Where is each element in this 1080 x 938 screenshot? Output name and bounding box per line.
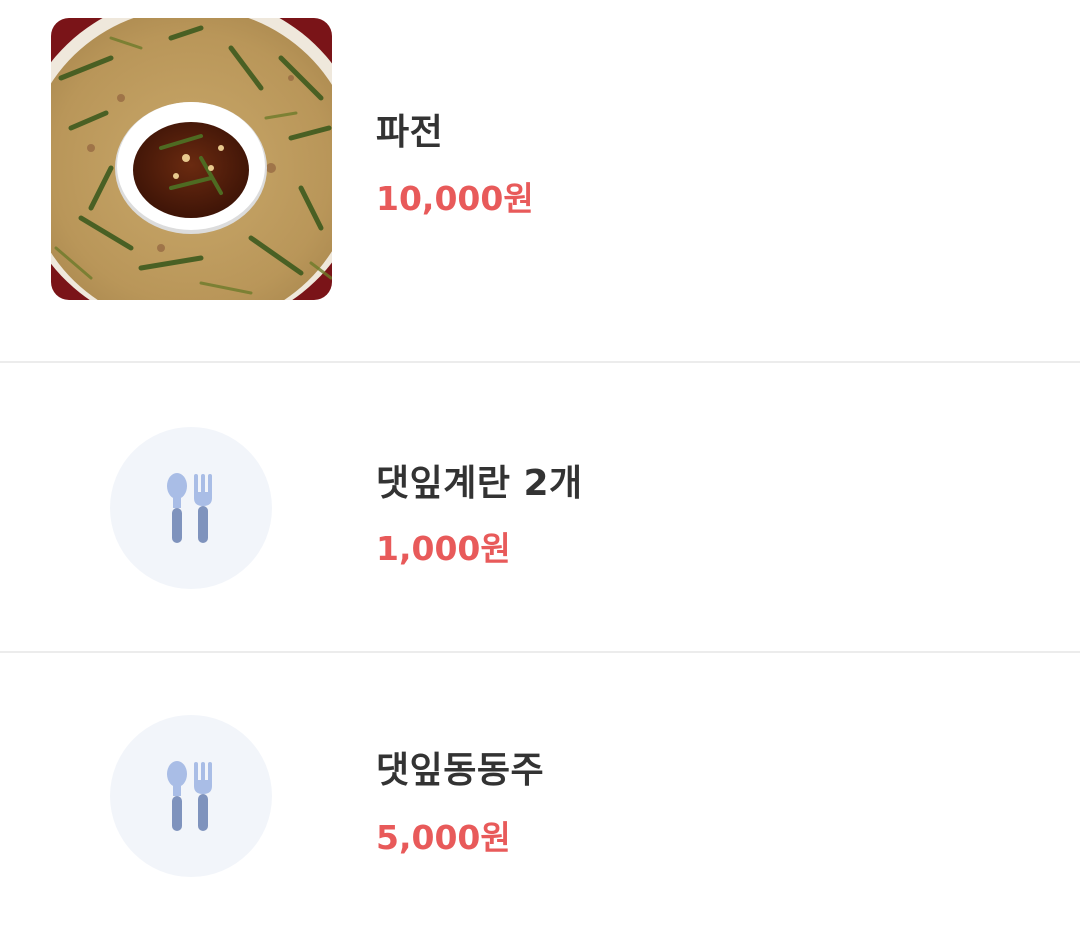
- menu-item-name: 파전: [376, 112, 444, 153]
- menu-item-price: 10,000원: [376, 179, 534, 218]
- pajeon-photo: [51, 18, 332, 300]
- menu-item-price: 1,000원: [376, 529, 511, 568]
- utensils-icon: [167, 761, 212, 831]
- menu-item-placeholder: [110, 427, 272, 589]
- menu-item-dongdongju[interactable]: 댓잎동동주 5,000원: [0, 653, 1080, 938]
- menu-item-photo: [51, 18, 332, 300]
- utensils-icon: [167, 473, 212, 543]
- menu-item-price: 5,000원: [376, 818, 511, 857]
- menu-item-name: 댓잎계란 2개: [376, 463, 583, 504]
- menu-item-egg[interactable]: 댓잎계란 2개 1,000원: [0, 363, 1080, 651]
- menu-list: 파전 10,000원 댓잎계란 2개 1,000원 댓잎동동주 5,000원: [0, 0, 1080, 938]
- menu-item-name: 댓잎동동주: [376, 750, 545, 791]
- menu-item-pajeon[interactable]: 파전 10,000원: [0, 0, 1080, 361]
- menu-item-placeholder: [110, 715, 272, 877]
